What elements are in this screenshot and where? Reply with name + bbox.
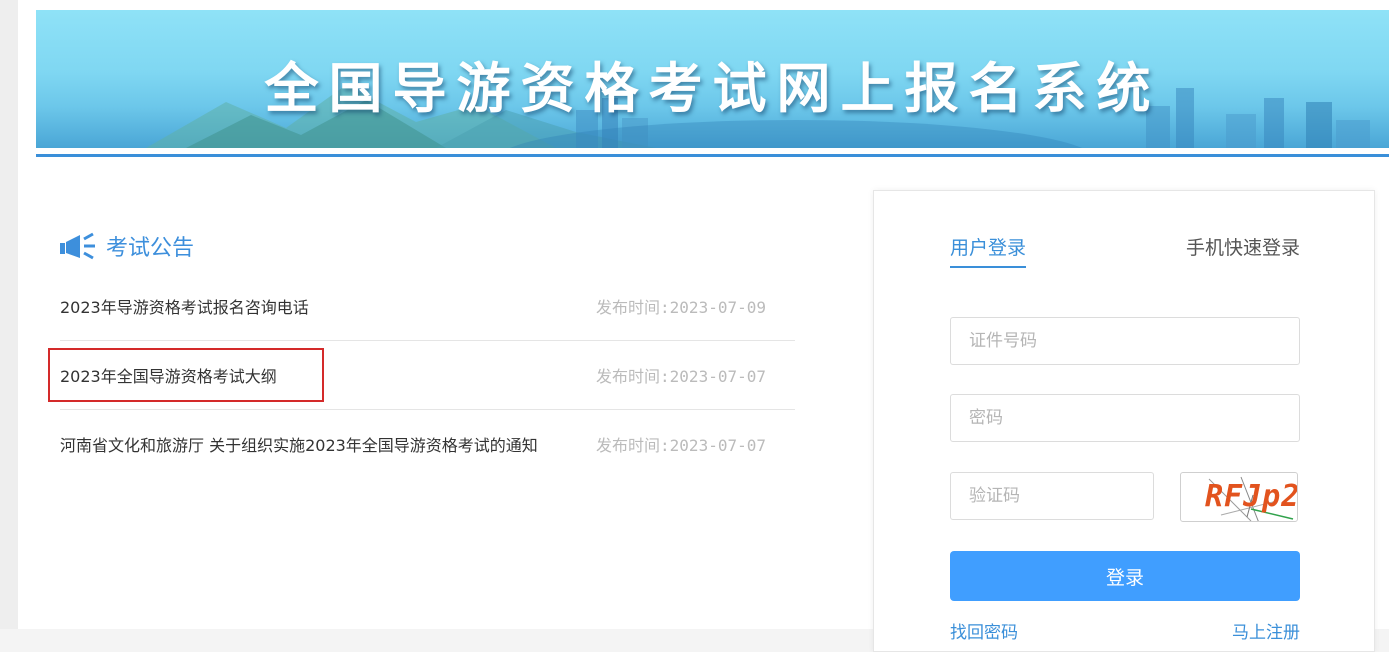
page-left-gutter xyxy=(0,0,18,629)
announcement-link[interactable]: 2023年导游资格考试报名咨询电话 xyxy=(60,294,309,318)
forgot-password-link[interactable]: 找回密码 xyxy=(950,618,1018,643)
captcha-image[interactable]: RFJp2 xyxy=(1180,472,1298,522)
register-link[interactable]: 马上注册 xyxy=(1232,618,1300,643)
id-number-input[interactable] xyxy=(950,317,1300,365)
captcha-text: RFJp2 xyxy=(1205,479,1298,514)
login-button[interactable]: 登录 xyxy=(950,551,1300,601)
captcha-input[interactable] xyxy=(950,472,1154,520)
banner: 全国导游资格考试网上报名系统 xyxy=(36,10,1389,148)
announcements-title: 考试公告 xyxy=(106,236,195,261)
tab-phone-login[interactable]: 手机快速登录 xyxy=(1186,233,1300,260)
announcements-header: 考试公告 xyxy=(60,228,194,264)
announcement-date: 发布时间:2023-07-07 xyxy=(596,367,766,386)
megaphone-icon xyxy=(60,232,95,260)
highlight-box xyxy=(48,348,324,402)
tab-user-login[interactable]: 用户登录 xyxy=(950,233,1027,268)
announcement-item: 河南省文化和旅游厅 关于组织实施2023年全国导游资格考试的通知 发布时间:20… xyxy=(60,410,795,478)
banner-title: 全国导游资格考试网上报名系统 xyxy=(264,57,1161,120)
announcement-item: 2023年导游资格考试报名咨询电话 发布时间:2023-07-09 xyxy=(60,272,795,341)
login-panel: 用户登录 手机快速登录 RFJp2 登录 找回密码 马上注册 xyxy=(873,190,1375,652)
announcement-date: 发布时间:2023-07-09 xyxy=(596,298,766,317)
announcement-link[interactable]: 河南省文化和旅游厅 关于组织实施2023年全国导游资格考试的通知 xyxy=(60,432,538,456)
password-input[interactable] xyxy=(950,394,1300,442)
banner-divider xyxy=(36,154,1389,157)
announcement-date: 发布时间:2023-07-07 xyxy=(596,436,766,455)
